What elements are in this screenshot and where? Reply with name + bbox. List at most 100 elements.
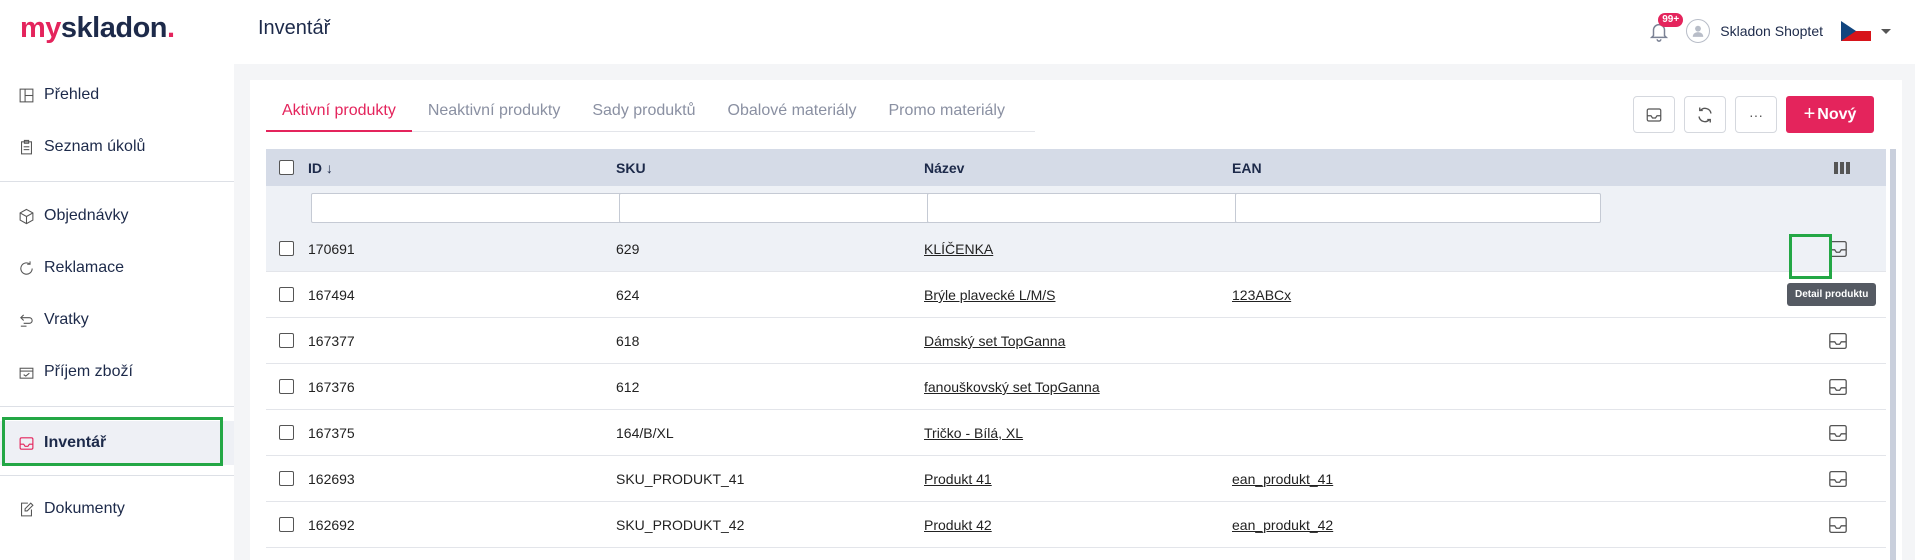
username[interactable]: Skladon Shoptet [1720,23,1823,39]
column-header-id[interactable]: ID ↓ [308,160,333,176]
table-row[interactable]: 167375 164/B/XL Tričko - Bílá, XL [266,410,1886,456]
filter-ean-input[interactable] [1235,193,1601,223]
inbox-icon [1829,240,1847,258]
row-checkbox[interactable] [279,241,294,256]
tab-neaktivni-produkty[interactable]: Neaktivní produkty [412,92,577,132]
table-row[interactable]: 167377 618 Dámský set TopGanna [266,318,1886,364]
dashboard-icon [19,88,34,102]
sidebar-item-objednavky[interactable]: Objednávky [0,195,234,237]
select-all-checkbox[interactable] [279,160,294,175]
sidebar-item-label: Reklamace [44,259,125,276]
columns-icon[interactable] [1834,161,1850,175]
column-header-sku[interactable]: SKU [616,160,646,176]
tab-sady-produktu[interactable]: Sady produktů [576,92,711,132]
row-checkbox[interactable] [279,425,294,440]
sidebar: Přehled Seznam úkolů Objednávky Reklamac… [0,64,234,560]
filter-row [266,186,1886,226]
cell-name-link[interactable]: Tričko - Bílá, XL [924,425,1023,441]
row-checkbox[interactable] [279,517,294,532]
sidebar-item-label: Inventář [44,434,107,451]
sidebar-item-label: Vratky [44,311,89,328]
sidebar-item-inventar[interactable]: Inventář [0,421,234,465]
sidebar-item-label: Přehled [44,86,100,103]
sidebar-item-label: Dokumenty [44,500,125,517]
sidebar-item-dokumenty[interactable]: Dokumenty [0,488,234,530]
inbox-button[interactable] [1633,96,1675,133]
document-edit-icon [21,501,34,516]
content-card: Aktivní produkty Neaktivní produkty Sady… [250,80,1902,560]
column-header-nazev[interactable]: Název [924,160,964,176]
scrollbar[interactable] [1890,149,1896,560]
detail-product-button[interactable] [1826,421,1850,445]
detail-product-button[interactable] [1826,329,1850,353]
table-row[interactable]: 167494 624 Brýle plavecké L/M/S 123ABCx [266,272,1886,318]
tab-obalove-materialy[interactable]: Obalové materiály [712,92,873,132]
row-checkbox[interactable] [279,379,294,394]
logo-skladon: skladon [60,12,168,44]
row-checkbox[interactable] [279,287,294,302]
refresh-button[interactable] [1684,96,1726,133]
sidebar-item-seznam-ukolu[interactable]: Seznam úkolů [0,126,234,168]
inbox-icon [1829,516,1847,534]
cell-name-link[interactable]: Produkt 41 [924,471,992,487]
cell-name-link[interactable]: Brýle plavecké L/M/S [924,287,1056,303]
cell-name-link[interactable]: Dámský set TopGanna [924,333,1065,349]
cell-id: 162692 [308,517,355,533]
row-checkbox[interactable] [279,471,294,486]
cell-sku: 618 [616,333,640,349]
divider [0,181,234,182]
inbox-icon [19,436,34,450]
table-row[interactable]: 170691 629 KLÍČENKA [266,226,1886,272]
tab-aktivni-produkty[interactable]: Aktivní produkty [266,92,412,132]
row-checkbox[interactable] [279,333,294,348]
column-header-ean[interactable]: EAN [1232,160,1262,176]
cell-id: 167375 [308,425,355,441]
new-button-label: Nový [1817,105,1857,123]
cell-name-link[interactable]: fanouškovský set TopGanna [924,379,1100,395]
detail-product-button[interactable] [1826,513,1850,537]
cell-ean-link[interactable]: 123ABCx [1232,287,1291,303]
sidebar-item-prehled[interactable]: Přehled [0,74,234,116]
products-table: ID ↓ SKU Název EAN 170691 629 KLÍČENKA 1674… [266,149,1896,560]
detail-product-button[interactable] [1826,467,1850,491]
logo[interactable]: myskladon. [20,12,175,45]
tooltip: Detail produktu [1787,283,1877,306]
sidebar-item-label: Objednávky [44,207,129,224]
clipboard-icon [21,139,32,154]
czech-flag-icon[interactable] [1841,21,1871,41]
cell-name-link[interactable]: Produkt 42 [924,517,992,533]
cell-name-link[interactable]: KLÍČENKA [924,241,993,257]
inbox-icon [1829,378,1847,396]
cell-sku: 164/B/XL [616,425,674,441]
avatar[interactable] [1686,19,1711,43]
sidebar-item-reklamace[interactable]: Reklamace [0,247,234,289]
table-row[interactable]: 162692 SKU_PRODUKT_42 Produkt 42 ean_produk… [266,502,1886,548]
logo-my: my [20,12,61,44]
inbox-icon [1646,107,1662,122]
detail-product-button[interactable] [1826,375,1850,399]
notifications-button[interactable]: 99+ [1644,13,1684,46]
top-bar: myskladon. Inventář 99+ Skladon Shoptet [0,0,1915,64]
cell-ean-link[interactable]: ean_produkt_41 [1232,471,1333,487]
language-dropdown-icon[interactable] [1881,28,1891,34]
receipt-icon [19,367,34,379]
plus-icon: + [1803,103,1816,125]
table-row[interactable]: 167376 612 fanouškovský set TopGanna [266,364,1886,410]
user-icon [1693,25,1704,37]
user-area: 99+ Skladon Shoptet [1644,13,1891,48]
sidebar-item-vratky[interactable]: Vratky [0,299,234,341]
new-button[interactable]: + Nový [1786,96,1874,133]
cell-sku: 612 [616,379,640,395]
more-button[interactable]: ··· [1735,96,1777,133]
cell-id: 162693 [308,471,355,487]
cell-sku: SKU_PRODUKT_42 [616,517,745,533]
tab-promo-materialy[interactable]: Promo materiály [872,92,1020,132]
box-icon [19,208,34,224]
cell-ean-link[interactable]: ean_produkt_42 [1232,517,1333,533]
sidebar-item-prijem-zbozi[interactable]: Příjem zboží [0,351,234,393]
inbox-icon [1829,470,1847,488]
inbox-icon [1829,332,1847,350]
detail-product-button[interactable] [1826,237,1850,261]
table-row[interactable]: 162693 SKU_PRODUKT_41 Produkt 41 ean_produk… [266,456,1886,502]
inbox-icon [1829,424,1847,442]
